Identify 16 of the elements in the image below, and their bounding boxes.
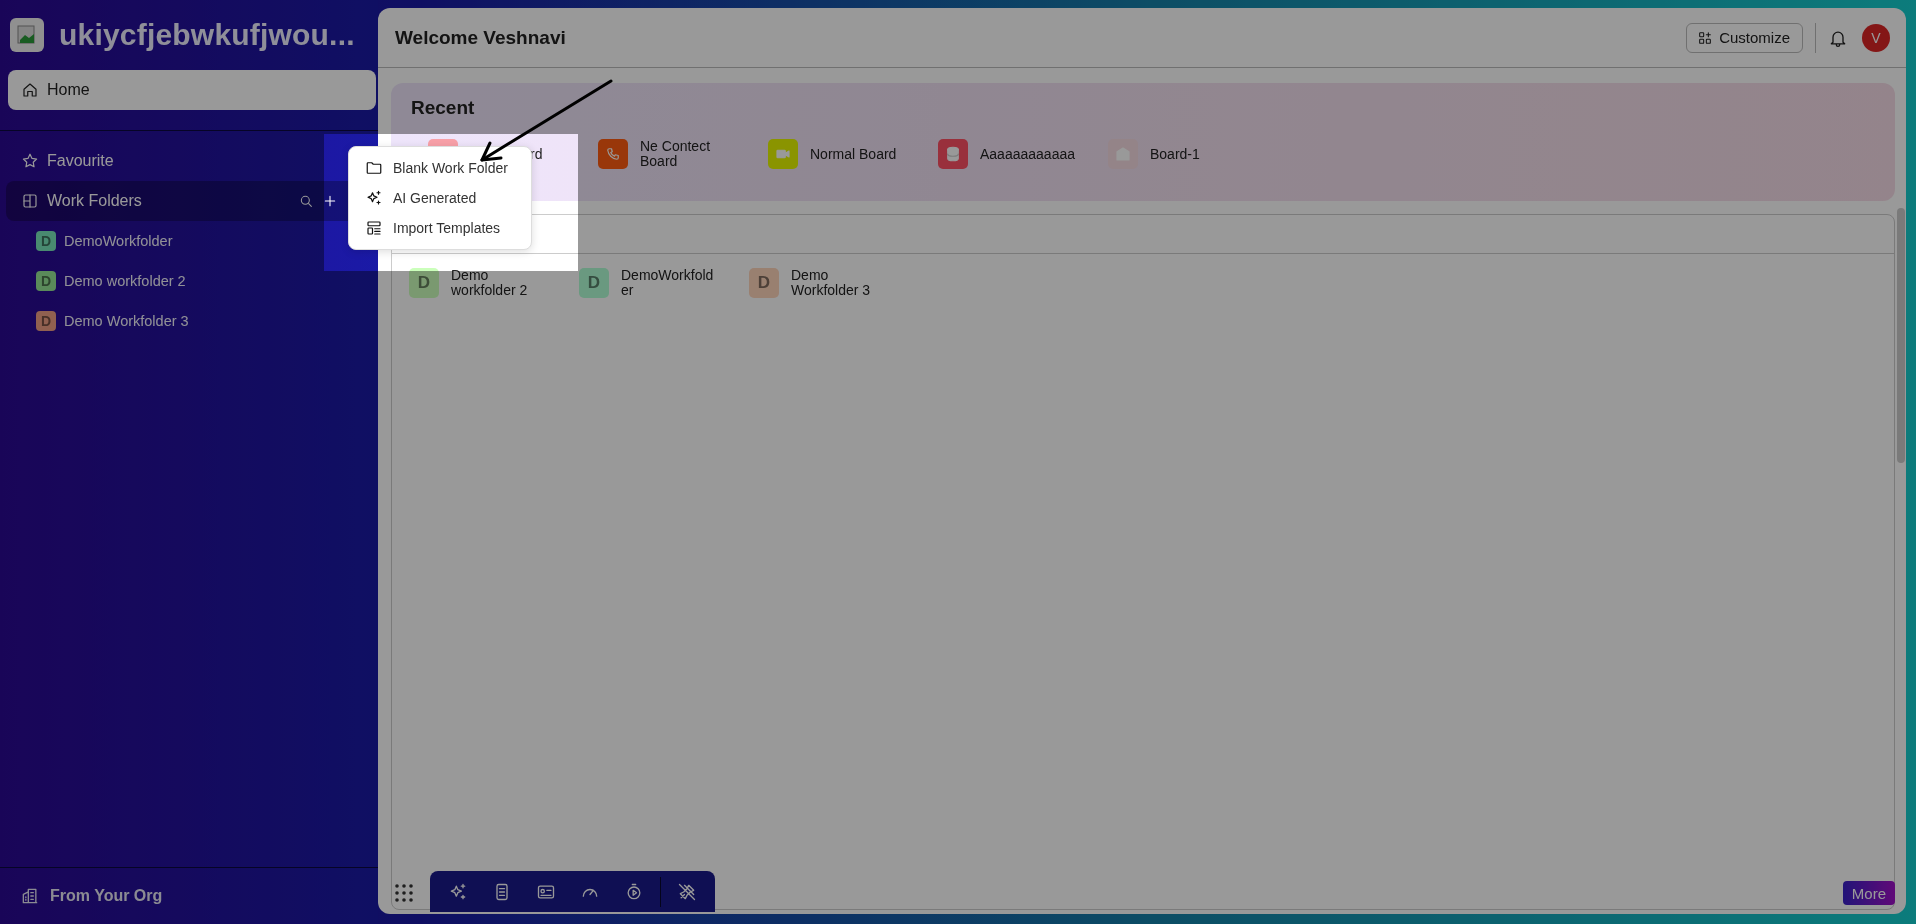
org-link[interactable]: From Your Org xyxy=(0,867,378,924)
letter-avatar: D xyxy=(36,271,56,291)
workspace-name: ukiycfjebwkufjwou... xyxy=(59,18,355,52)
page-title: Welcome Veshnavi xyxy=(395,26,567,49)
folder-item[interactable]: D Demo workfolder 2 xyxy=(0,261,378,301)
customize-button[interactable]: Customize xyxy=(1686,22,1803,53)
letter-avatar: D xyxy=(579,268,609,298)
letter-avatar: D xyxy=(36,231,56,251)
letter-avatar: D xyxy=(36,311,56,331)
nav-item[interactable]: Home xyxy=(8,70,376,110)
section-title: Recent xyxy=(411,97,476,119)
more-button[interactable]: More xyxy=(1842,881,1895,905)
user-avatar[interactable]: V xyxy=(1862,23,1890,52)
letter-avatar: D xyxy=(409,268,439,298)
letter-avatar: D xyxy=(749,268,779,298)
folder-item[interactable]: D Demo Workfolder 3 xyxy=(0,301,378,341)
